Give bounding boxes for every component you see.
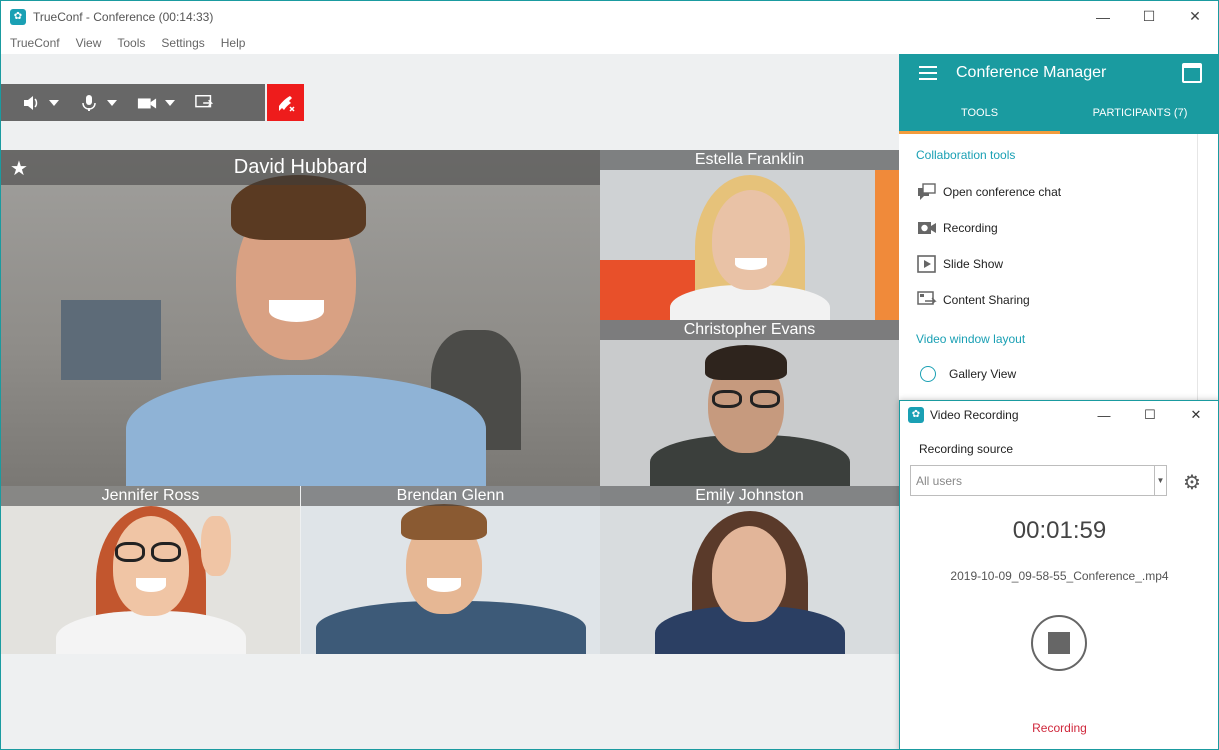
chevron-down-icon[interactable]: ▼ xyxy=(1154,466,1166,495)
video-tile-brendan-glenn[interactable]: Brendan Glenn xyxy=(301,486,600,654)
dialog-title-bar: ✿ Video Recording — ☐ ✕ xyxy=(900,401,1218,429)
camera-control[interactable] xyxy=(137,93,175,113)
recording-source-select[interactable]: All users ▼ xyxy=(910,465,1167,496)
video-recording-dialog: ✿ Video Recording — ☐ ✕ Recording source… xyxy=(899,400,1218,749)
maximize-button[interactable]: ☐ xyxy=(1126,1,1172,32)
video-tile-estella-franklin[interactable]: Estella Franklin xyxy=(600,150,899,320)
active-tab-indicator xyxy=(899,131,1060,134)
title-bar: ✿ TrueConf - Conference (00:14:33) — ☐ ✕ xyxy=(1,1,1218,32)
calendar-icon[interactable] xyxy=(1182,63,1202,83)
tab-tools-label: TOOLS xyxy=(960,107,999,119)
video-tile-christopher-evans[interactable]: Christopher Evans xyxy=(600,320,899,486)
camera-dropdown-caret[interactable] xyxy=(165,99,175,106)
app-window: ✿ TrueConf - Conference (00:14:33) — ☐ ✕… xyxy=(0,0,1219,750)
close-button[interactable]: ✕ xyxy=(1172,1,1218,32)
monitor-background xyxy=(61,300,161,380)
section-video-layout: Video window layout xyxy=(916,332,1026,346)
menu-bar: TrueConf View Tools Settings Help xyxy=(1,32,1218,54)
chat-icon xyxy=(917,183,937,201)
recording-timer: 00:01:59 xyxy=(1012,517,1107,544)
panel-scrollbar[interactable] xyxy=(1197,134,1198,404)
panel-title: Conference Manager xyxy=(956,64,1107,81)
record-icon xyxy=(917,219,937,237)
tool-label: Content Sharing xyxy=(943,293,1030,307)
layout-gallery-view[interactable]: Gallery View xyxy=(920,366,1016,382)
panel-header: Conference Manager TOOLS PARTICIPANTS (7… xyxy=(899,54,1218,134)
participant-name: Estella Franklin xyxy=(600,150,899,170)
minimize-button[interactable]: — xyxy=(1080,1,1126,32)
stop-icon xyxy=(1048,632,1070,654)
gear-icon[interactable]: ⚙ xyxy=(1183,470,1201,495)
participant-name: Jennifer Ross xyxy=(1,486,300,506)
slideshow-icon xyxy=(917,255,937,273)
stop-recording-button[interactable] xyxy=(1031,615,1087,671)
speaker-dropdown-caret[interactable] xyxy=(49,99,59,106)
trueconf-logo-icon: ✿ xyxy=(908,407,924,423)
menu-view[interactable]: View xyxy=(76,36,102,50)
hangup-icon xyxy=(278,95,295,112)
call-toolbar xyxy=(1,84,265,121)
hamburger-menu-icon[interactable] xyxy=(919,66,937,80)
screen-share-control[interactable] xyxy=(195,93,215,113)
tool-label: Open conference chat xyxy=(943,185,1062,199)
recording-source-label: Recording source xyxy=(919,442,1014,456)
microphone-icon[interactable] xyxy=(79,93,99,113)
dialog-title: Video Recording xyxy=(930,408,1019,422)
section-collaboration-tools: Collaboration tools xyxy=(916,148,1016,162)
screen-share-icon[interactable] xyxy=(195,93,215,113)
speaker-icon[interactable] xyxy=(21,93,41,113)
star-icon[interactable]: ★ xyxy=(10,156,28,181)
participant-name: David Hubbard xyxy=(1,150,600,185)
dialog-maximize-button[interactable]: ☐ xyxy=(1127,401,1173,429)
hang-up-button[interactable] xyxy=(267,84,304,121)
tab-participants[interactable]: PARTICIPANTS (7) xyxy=(1060,92,1218,134)
menu-tools[interactable]: Tools xyxy=(117,36,145,50)
window-title: TrueConf - Conference (00:14:33) xyxy=(33,9,214,24)
microphone-dropdown-caret[interactable] xyxy=(107,99,117,106)
tool-recording[interactable]: Recording xyxy=(917,219,998,237)
video-tile-emily-johnston[interactable]: Emily Johnston xyxy=(600,486,899,654)
camera-icon[interactable] xyxy=(137,93,157,113)
dialog-minimize-button[interactable]: — xyxy=(1081,401,1127,429)
tab-tools[interactable]: TOOLS xyxy=(899,92,1060,134)
tool-open-chat[interactable]: Open conference chat xyxy=(917,183,1061,201)
layout-label: Gallery View xyxy=(949,367,1017,381)
menu-trueconf[interactable]: TrueConf xyxy=(10,36,60,50)
participant-name: Christopher Evans xyxy=(600,320,899,340)
recording-source-value: All users xyxy=(916,473,963,488)
trueconf-logo-icon: ✿ xyxy=(10,8,26,25)
participant-name: Brendan Glenn xyxy=(301,486,600,506)
menu-settings[interactable]: Settings xyxy=(161,36,204,50)
dialog-close-button[interactable]: ✕ xyxy=(1173,401,1218,429)
tool-label: Recording xyxy=(943,221,998,235)
content-sharing-icon xyxy=(917,291,937,309)
participant-name: Emily Johnston xyxy=(600,486,899,506)
tool-slide-show[interactable]: Slide Show xyxy=(917,255,1003,273)
radio-button[interactable] xyxy=(920,366,936,382)
recording-filename: 2019-10-09_09-58-55_Conference_.mp4 xyxy=(950,569,1169,583)
tab-participants-label: PARTICIPANTS (7) xyxy=(1092,107,1188,119)
recording-status: Recording xyxy=(1032,721,1087,735)
tool-label: Slide Show xyxy=(943,257,1004,271)
speaker-control[interactable] xyxy=(21,93,59,113)
video-tile-jennifer-ross[interactable]: Jennifer Ross xyxy=(1,486,300,654)
microphone-control[interactable] xyxy=(79,93,117,113)
video-tile-main[interactable]: ★ David Hubbard xyxy=(1,150,600,486)
menu-help[interactable]: Help xyxy=(221,36,246,50)
video-area: ★ David Hubbard Estella Franklin Christo… xyxy=(1,54,899,749)
tool-content-sharing[interactable]: Content Sharing xyxy=(917,291,1030,309)
